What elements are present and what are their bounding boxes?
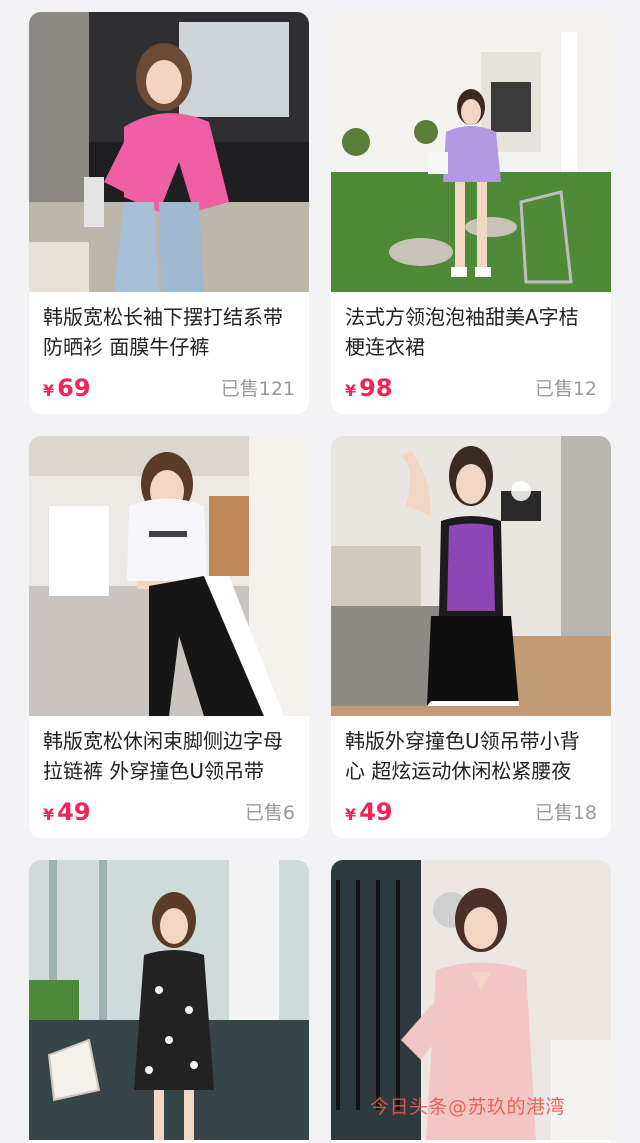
product-image[interactable] — [29, 436, 309, 716]
product-card[interactable]: 法式方领泡泡袖甜美A字桔梗连衣裙 ¥98 已售12 — [331, 12, 611, 414]
sold-count: 已售121 — [220, 378, 295, 400]
product-feed: 韩版宽松长袖下摆打结系带防晒衫 面膜牛仔裤 ¥69 已售121 法式方领泡泡袖甜… — [0, 0, 640, 1143]
currency-symbol: ¥ — [345, 805, 357, 824]
price-value: 69 — [57, 374, 91, 402]
price-value: 49 — [57, 798, 91, 826]
product-card[interactable]: 韩版外穿撞色U领吊带小背心 超炫运动休闲松紧腰夜 ¥49 已售18 — [331, 436, 611, 838]
product-card[interactable]: 韩版宽松长袖下摆打结系带防晒衫 面膜牛仔裤 ¥69 已售121 — [29, 12, 309, 414]
product-image[interactable] — [331, 436, 611, 716]
product-image[interactable] — [29, 12, 309, 292]
product-title[interactable]: 韩版宽松长袖下摆打结系带防晒衫 面膜牛仔裤 — [43, 302, 295, 362]
product-title[interactable]: 韩版外穿撞色U领吊带小背心 超炫运动休闲松紧腰夜 — [345, 726, 597, 786]
product-price: ¥98 — [345, 372, 393, 407]
sold-count: 已售12 — [534, 378, 597, 400]
product-image[interactable] — [29, 860, 309, 1140]
product-card[interactable] — [29, 860, 309, 1143]
product-card[interactable]: 韩版宽松休闲束脚侧边字母拉链裤 外穿撞色U领吊带 ¥49 已售6 — [29, 436, 309, 838]
product-title[interactable]: 法式方领泡泡袖甜美A字桔梗连衣裙 — [345, 302, 597, 362]
watermark: 今日头条@苏玖的港湾 — [370, 1096, 566, 1118]
product-meta: ¥69 已售121 — [43, 372, 295, 404]
currency-symbol: ¥ — [43, 381, 55, 400]
price-value: 49 — [359, 798, 393, 826]
currency-symbol: ¥ — [345, 381, 357, 400]
product-meta: ¥49 已售18 — [345, 796, 597, 828]
product-image[interactable] — [331, 12, 611, 292]
product-price: ¥49 — [43, 796, 91, 831]
sold-count: 已售6 — [244, 802, 295, 824]
product-meta: ¥49 已售6 — [43, 796, 295, 828]
product-meta: ¥98 已售12 — [345, 372, 597, 404]
currency-symbol: ¥ — [43, 805, 55, 824]
product-price: ¥49 — [345, 796, 393, 831]
product-price: ¥69 — [43, 372, 91, 407]
price-value: 98 — [359, 374, 393, 402]
product-title[interactable]: 韩版宽松休闲束脚侧边字母拉链裤 外穿撞色U领吊带 — [43, 726, 295, 786]
sold-count: 已售18 — [534, 802, 597, 824]
